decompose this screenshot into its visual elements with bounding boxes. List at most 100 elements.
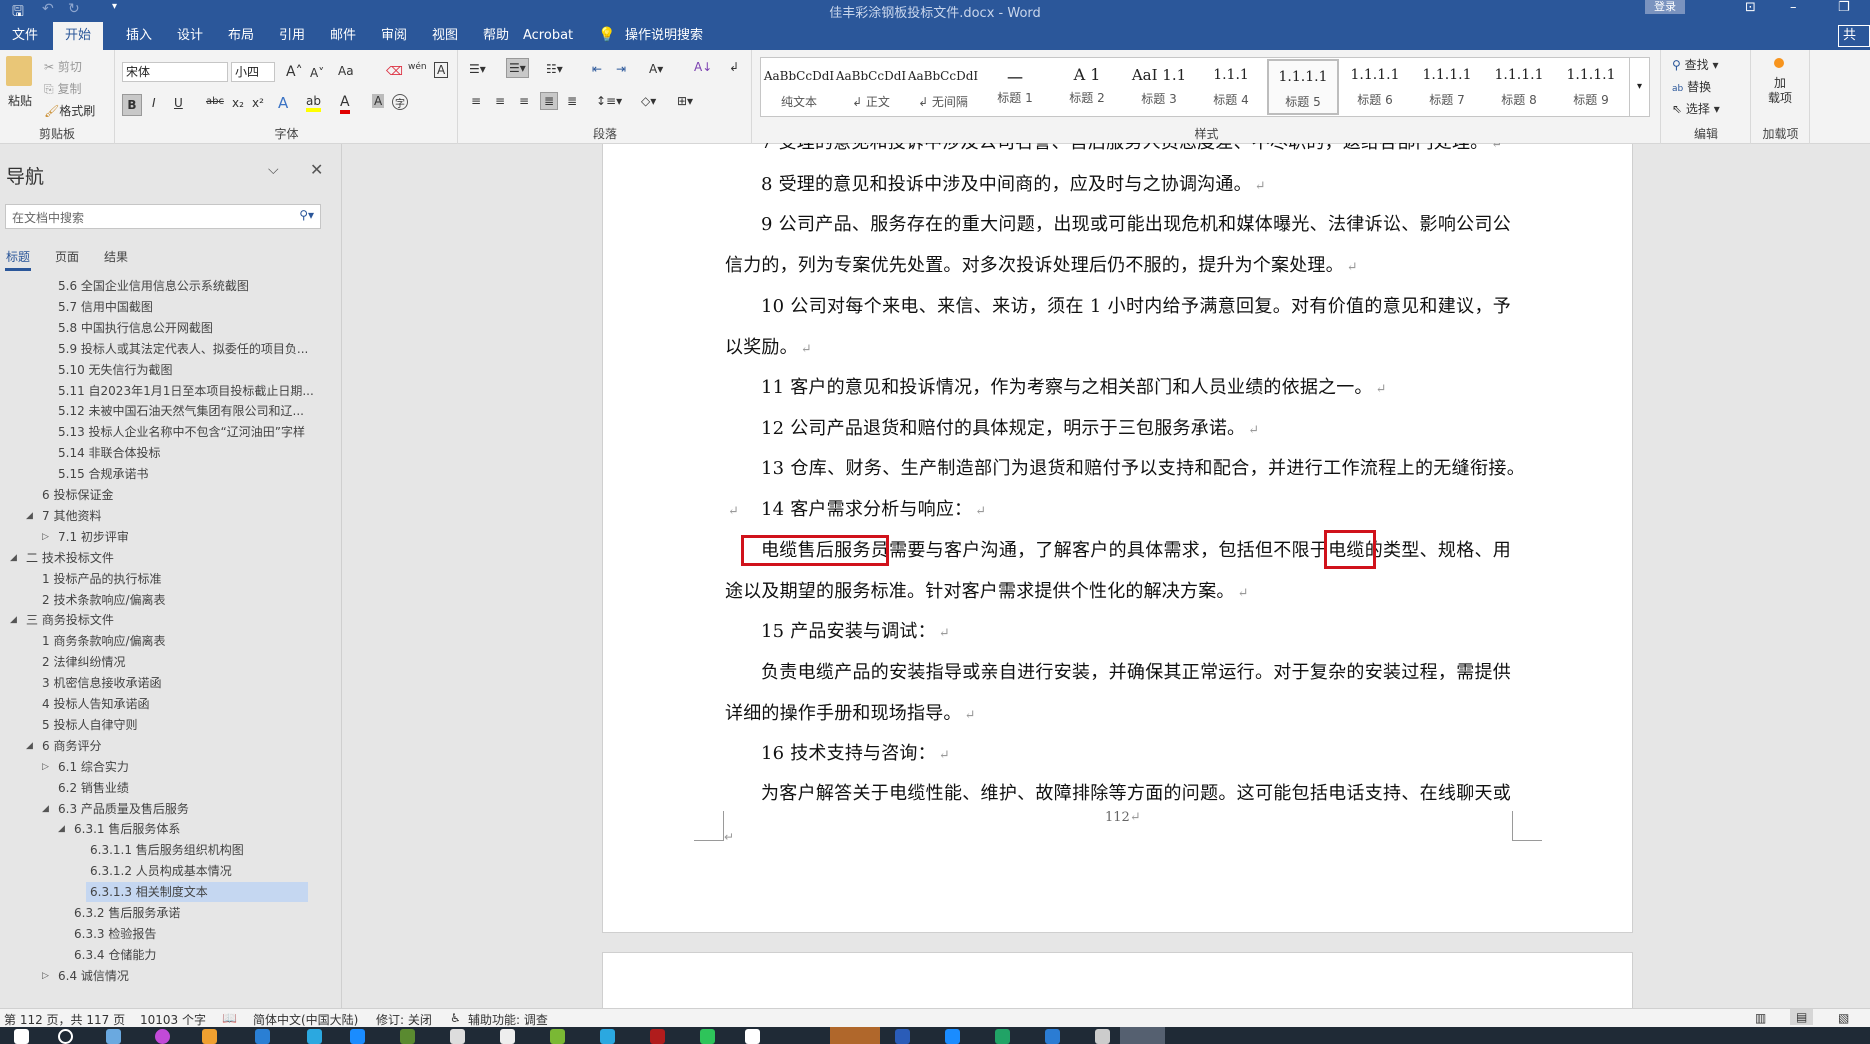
copy-button[interactable]: ⎘ 复制 (44, 80, 81, 97)
word-count[interactable]: 10103 个字 (140, 1011, 206, 1028)
expanded-triangle-icon[interactable]: ◢ (58, 819, 65, 839)
nav-heading-item[interactable]: 5.15 合规承诺书 (0, 464, 320, 484)
taskbar-app-icon[interactable] (550, 1029, 565, 1044)
start-icon[interactable] (14, 1029, 29, 1044)
track-changes-status[interactable]: 修订: 关闭 (376, 1011, 432, 1028)
strikethrough-button[interactable]: abc (206, 96, 224, 107)
accessibility-status[interactable]: 辅助功能: 调查 (468, 1011, 548, 1028)
style-no-spacing[interactable]: AaBbCcDdI ↲ 无间隔 (907, 59, 979, 115)
align-right-icon[interactable]: ≡ (519, 94, 529, 108)
superscript-button[interactable]: x² (252, 96, 264, 110)
align-left-icon[interactable]: ≡ (471, 94, 481, 108)
nav-heading-item[interactable]: ◢ 三 商务投标文件 (0, 610, 320, 630)
char-border-icon[interactable]: A (434, 62, 449, 78)
tab-layout[interactable]: 布局 (220, 22, 262, 50)
select-button[interactable]: ⇖ 选择 ▾ (1672, 100, 1720, 117)
collapsed-triangle-icon[interactable]: ▷ (42, 757, 49, 777)
style-heading-4[interactable]: 1.1.1 标题 4 (1195, 59, 1267, 115)
highlight-icon[interactable]: ab (306, 94, 321, 112)
phonetic-guide-button[interactable]: wén (408, 62, 427, 72)
style-heading-9[interactable]: 1.1.1.1 标题 9 (1555, 59, 1627, 115)
style-heading-2[interactable]: A 1 标题 2 (1051, 59, 1123, 115)
nav-tab-results[interactable]: 结果 (104, 248, 128, 265)
style-heading-5[interactable]: 1.1.1.1 标题 5 (1267, 59, 1339, 115)
nav-heading-item[interactable]: ◢ 7 其他资料 (0, 506, 320, 526)
search-icon[interactable]: ⚲▾ (299, 208, 314, 222)
taskbar-active-app[interactable] (830, 1027, 880, 1044)
expanded-triangle-icon[interactable]: ◢ (26, 506, 33, 526)
underline-button[interactable]: U (174, 96, 183, 110)
tab-view[interactable]: 视图 (424, 22, 466, 50)
search-icon[interactable] (58, 1029, 73, 1044)
nav-heading-item[interactable]: 6.2 销售业绩 (0, 778, 320, 798)
nav-heading-item[interactable]: ◢ 6.3 产品质量及售后服务 (0, 799, 320, 819)
login-button[interactable]: 登录 (1645, 0, 1685, 14)
style-plain-text[interactable]: AaBbCcDdI 纯文本 (763, 59, 835, 115)
web-layout-icon[interactable]: ▧ (1838, 1011, 1849, 1025)
nav-heading-item[interactable]: ◢ 6.3.1 售后服务体系 (0, 819, 320, 839)
taskbar-app-icon[interactable] (745, 1029, 760, 1044)
shading-icon[interactable]: ◇▾ (641, 94, 656, 108)
line-spacing-icon[interactable]: ↕≡▾ (596, 94, 622, 108)
expanded-triangle-icon[interactable]: ◢ (42, 799, 49, 819)
nav-tab-headings[interactable]: 标题 (6, 248, 30, 265)
proofing-icon[interactable]: 📖 (222, 1011, 237, 1025)
nav-heading-item[interactable]: 3 机密信息接收承诺函 (0, 673, 320, 693)
find-button[interactable]: ⚲ 查找 ▾ (1672, 56, 1718, 73)
taskbar-app-icon[interactable] (307, 1029, 322, 1044)
decrease-indent-icon[interactable]: ⇤ (592, 62, 602, 76)
nav-heading-item[interactable]: 2 法律纠纷情况 (0, 652, 320, 672)
taskbar-word-app[interactable] (1120, 1027, 1165, 1044)
text-effects-icon[interactable]: A (278, 94, 288, 112)
taskbar-app-icon[interactable] (400, 1029, 415, 1044)
sort-icon[interactable]: A↓ (694, 60, 712, 74)
tab-references[interactable]: 引用 (271, 22, 313, 50)
nav-tab-pages[interactable]: 页面 (55, 248, 79, 265)
style-heading-3[interactable]: AaI 1.1 标题 3 (1123, 59, 1195, 115)
tell-me-search[interactable]: 操作说明搜索 (617, 22, 711, 50)
justify-icon[interactable]: ≣ (540, 92, 559, 110)
taskbar-app-icon[interactable] (1095, 1029, 1110, 1044)
paragraph-installation[interactable]: 负责电缆产品的安装指导或亲自进行安装，并确保其正常运行。对于复杂的安装过程，需提… (725, 653, 1511, 736)
maximize-button[interactable]: ❐ (1838, 0, 1850, 15)
nav-search-input[interactable]: 在文档中搜索 ⚲▾ (5, 204, 321, 229)
close-icon[interactable]: ✕ (310, 160, 323, 179)
nav-heading-item[interactable]: 5.9 投标人或其法定代表人、拟委任的项目负... (0, 339, 320, 359)
subscript-button[interactable]: x₂ (232, 96, 244, 110)
styles-more-button[interactable]: ▾ (1629, 58, 1649, 116)
paragraph-12[interactable]: 12 公司产品退货和赔付的具体规定，明示于三包服务承诺。 (725, 409, 1511, 452)
borders-icon[interactable]: ⊞▾ (677, 94, 693, 108)
print-layout-icon[interactable]: ▤ (1790, 1009, 1814, 1025)
enclose-char-icon[interactable]: 字 (392, 94, 408, 110)
nav-heading-item[interactable]: 5.10 无失信行为截图 (0, 360, 320, 380)
numbering-icon[interactable]: ☰▾ (506, 58, 529, 78)
paragraph-15-heading[interactable]: 15 产品安装与调试： (725, 612, 1511, 655)
nav-heading-item[interactable]: ▷ 7.1 初步评审 (0, 527, 320, 547)
taskbar-app-icon[interactable] (945, 1029, 960, 1044)
tab-help[interactable]: 帮助 (475, 22, 517, 50)
taskbar-app-icon[interactable] (106, 1029, 121, 1044)
shrink-font-icon[interactable]: A˅ (310, 66, 324, 80)
nav-heading-item[interactable]: 1 商务条款响应/偏离表 (0, 631, 320, 651)
grow-font-icon[interactable]: A˄ (286, 64, 303, 80)
paragraph-8[interactable]: 8 受理的意见和投诉中涉及中间商的，应及时与之协调沟通。 (725, 165, 1511, 208)
share-button[interactable]: 共 (1838, 25, 1870, 47)
taskbar-app-icon[interactable] (995, 1029, 1010, 1044)
show-marks-icon[interactable]: ↲ (729, 60, 739, 74)
nav-heading-item[interactable]: 6 投标保证金 (0, 485, 320, 505)
nav-heading-item[interactable]: 1 投标产品的执行标准 (0, 569, 320, 589)
vertical-scrollbar[interactable] (1853, 144, 1870, 1008)
taskbar-app-icon[interactable] (202, 1029, 217, 1044)
tab-file[interactable]: 文件 (4, 22, 46, 50)
addins-button[interactable]: 加载项 (1764, 76, 1796, 106)
distributed-icon[interactable]: ≣ (567, 94, 577, 108)
paragraph-11[interactable]: 11 客户的意见和投诉情况，作为考察与之相关部门和人员业绩的依据之一。 (725, 368, 1511, 411)
nav-heading-item[interactable]: 4 投标人告知承诺函 (0, 694, 320, 714)
nav-heading-item[interactable]: 5.7 信用中国截图 (0, 297, 320, 317)
paragraph-10[interactable]: 10 公司对每个来电、来信、来访，须在 1 小时内给予满意回复。对有价值的意见和… (725, 287, 1511, 370)
format-painter-button[interactable]: 🖌格式刷 (44, 102, 95, 119)
increase-indent-icon[interactable]: ⇥ (616, 62, 626, 76)
style-heading-8[interactable]: 1.1.1.1 标题 8 (1483, 59, 1555, 115)
paste-icon[interactable] (6, 56, 32, 86)
read-mode-icon[interactable]: ▥ (1755, 1011, 1766, 1025)
